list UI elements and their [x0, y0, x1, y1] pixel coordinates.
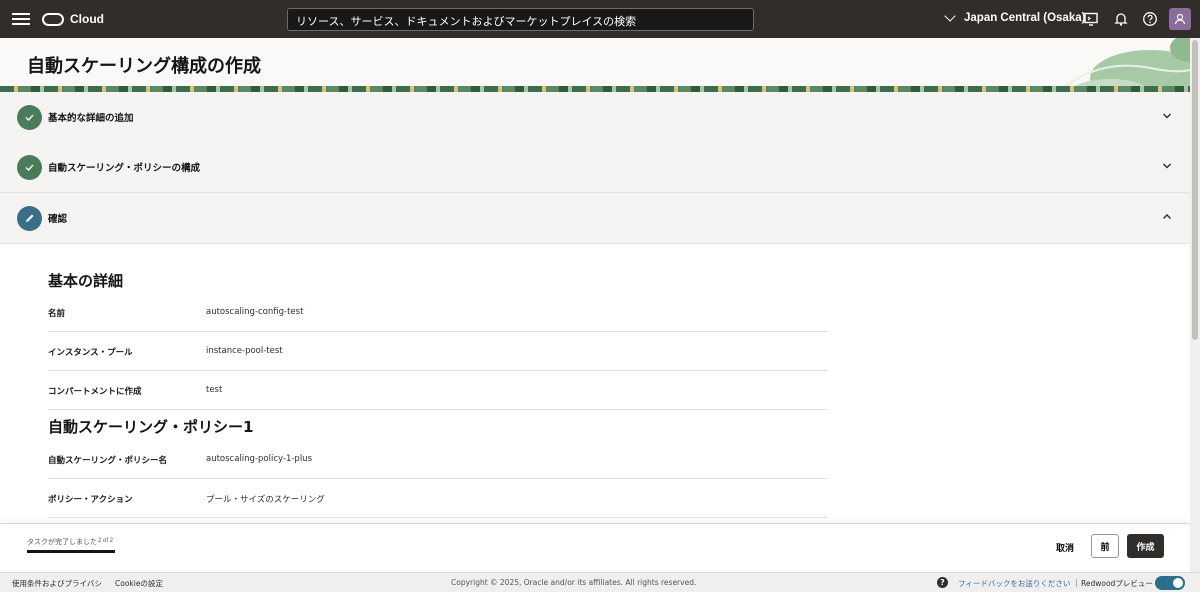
copyright-text: Copyright © 2025, Oracle and/or its affi…: [451, 578, 697, 587]
row-value: autoscaling-policy-1-plus: [206, 454, 313, 464]
notifications-bell-icon[interactable]: [1113, 11, 1129, 27]
step-label: 確認: [48, 214, 68, 225]
row-label: インスタンス・プール: [48, 348, 133, 358]
region-selector[interactable]: Japan Central (Osaka): [944, 10, 1086, 24]
step-configure-autoscaling-policy[interactable]: 自動スケーリング・ポリシーの構成: [0, 142, 1190, 193]
step-label: 基本的な詳細の追加: [48, 113, 134, 124]
page-scrollbar[interactable]: [1190, 38, 1200, 572]
review-row-instance-pool: インスタンス・プール instance-pool-test: [48, 332, 828, 371]
create-button[interactable]: 作成: [1127, 534, 1164, 558]
user-avatar[interactable]: [1169, 8, 1191, 30]
help-icon[interactable]: ?: [937, 577, 948, 588]
progress-text: タスクが完了しました: [27, 538, 97, 546]
review-row-policy-action: ポリシー・アクション プール・サイズのスケーリング: [48, 479, 828, 518]
cancel-button[interactable]: 取消: [1048, 536, 1082, 558]
user-icon: [1174, 13, 1186, 25]
review-row-policy-name: 自動スケーリング・ポリシー名 autoscaling-policy-1-plus: [48, 440, 828, 479]
row-value: test: [206, 385, 223, 395]
basic-details-heading: 基本の詳細: [48, 272, 124, 290]
search-input[interactable]: リソース、サービス、ドキュメントおよびマーケットプレイスの検索: [287, 8, 754, 31]
terms-privacy-link[interactable]: 使用条件およびプライバシ: [12, 578, 102, 589]
step-complete-indicator: [17, 155, 42, 180]
cookie-settings-link[interactable]: Cookieの設定: [115, 578, 163, 589]
chevron-down-icon: [944, 10, 956, 22]
oracle-cloud-logo[interactable]: Cloud: [42, 12, 104, 26]
wizard-action-bar: タスクが完了しました 2 of 2 取消 前 作成: [0, 523, 1190, 569]
step-label: 自動スケーリング・ポリシーの構成: [48, 163, 201, 174]
progress-bar: [27, 550, 115, 553]
progress-fill: [27, 550, 115, 553]
page-title: 自動スケーリング構成の作成: [27, 56, 261, 77]
row-label: 自動スケーリング・ポリシー名: [48, 456, 168, 466]
chevron-down-icon[interactable]: [1162, 111, 1172, 121]
review-row-compartment: コンパートメントに作成 test: [48, 371, 828, 410]
toggle-knob: [1173, 578, 1183, 588]
pencil-icon: [26, 214, 34, 222]
scrollbar-thumb[interactable]: [1192, 40, 1198, 340]
redwood-preview-toggle[interactable]: [1155, 576, 1185, 590]
cloud-shell-icon[interactable]: [1083, 11, 1099, 27]
progress-count: 2 of 2: [98, 538, 114, 544]
step-add-basic-details[interactable]: 基本的な詳細の追加: [0, 92, 1190, 143]
row-label: コンパートメントに作成: [48, 387, 142, 397]
page-header: 自動スケーリング構成の作成: [0, 38, 1190, 90]
check-icon: [25, 114, 34, 122]
chevron-up-icon[interactable]: [1162, 212, 1172, 222]
redwood-preview-label: Redwoodプレビュー: [1081, 579, 1153, 588]
previous-button[interactable]: 前: [1091, 534, 1119, 558]
menu-icon[interactable]: [12, 11, 30, 27]
oracle-logo-icon: [42, 12, 64, 26]
chevron-down-icon[interactable]: [1162, 161, 1172, 171]
row-value: autoscaling-config-test: [206, 307, 304, 317]
step-review[interactable]: 確認: [0, 193, 1190, 244]
step-current-indicator: [17, 206, 42, 231]
region-label: Japan Central (Osaka): [964, 12, 1086, 24]
step-complete-indicator: [17, 105, 42, 130]
review-row-name: 名前 autoscaling-config-test: [48, 293, 828, 332]
footer-separator: |: [1075, 578, 1078, 587]
row-value: instance-pool-test: [206, 346, 283, 356]
header-decoration-image: [1059, 38, 1190, 90]
row-label: ポリシー・アクション: [48, 495, 133, 505]
check-icon: [25, 164, 34, 172]
logo-text: Cloud: [70, 12, 104, 26]
top-navigation-bar: Cloud リソース、サービス、ドキュメントおよびマーケットプレイスの検索 Ja…: [0, 0, 1200, 38]
page-footer: 使用条件およびプライバシ Cookieの設定 Copyright © 2025,…: [0, 572, 1200, 592]
review-content: 基本の詳細 名前 autoscaling-config-test インスタンス・…: [0, 244, 1190, 524]
feedback-link[interactable]: フィードバックをお送りください: [958, 578, 1070, 589]
row-value: プール・サイズのスケーリング: [206, 495, 325, 505]
row-label: 名前: [48, 309, 66, 319]
policy-heading: 自動スケーリング・ポリシー1: [48, 418, 254, 436]
help-icon[interactable]: [1142, 11, 1158, 27]
